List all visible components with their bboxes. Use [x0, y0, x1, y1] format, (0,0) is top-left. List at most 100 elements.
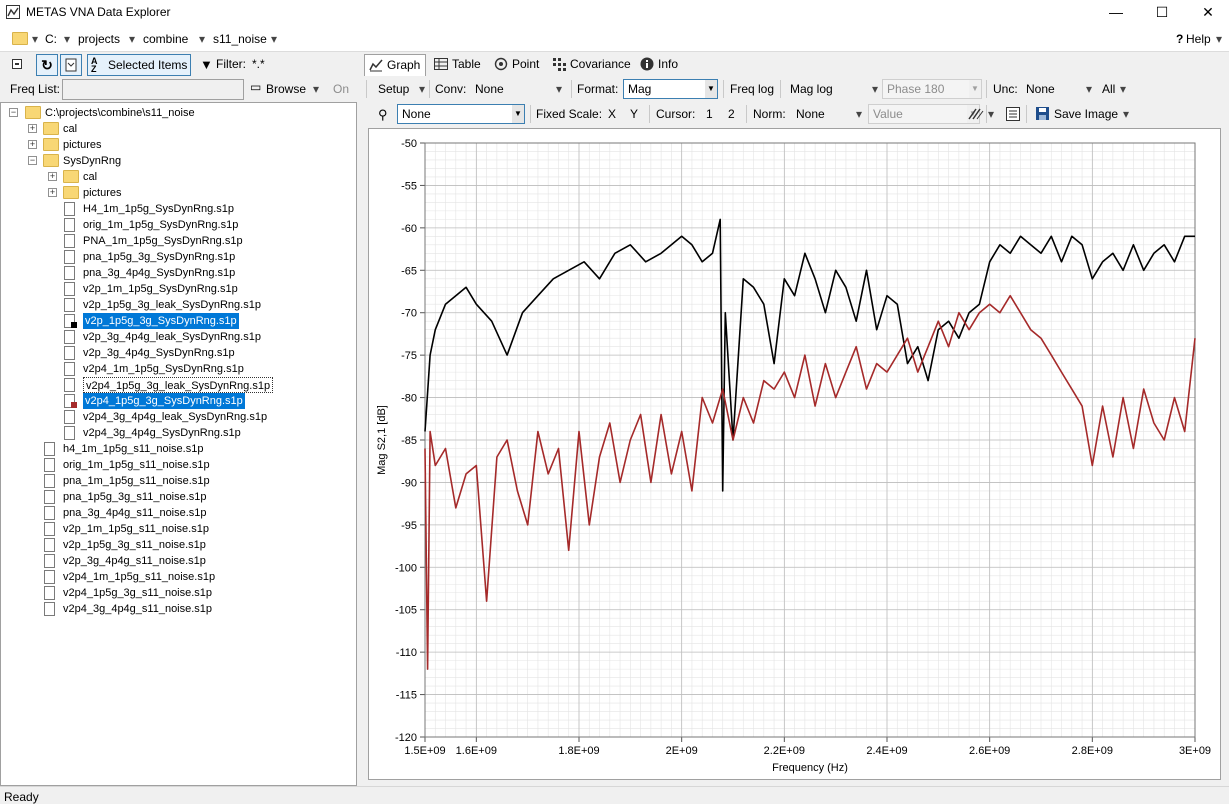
browse-button[interactable]: Browse [266, 82, 306, 96]
chevron-down-icon[interactable]: ▾ [129, 32, 135, 46]
tree-file[interactable]: v2p4_1m_1p5g_SysDynRng.s1p [1, 361, 341, 377]
tree-file[interactable]: PNA_1m_1p5g_SysDynRng.s1p [1, 233, 341, 249]
cursor-1[interactable]: 1 [706, 107, 713, 121]
tab-point[interactable]: Point [490, 54, 542, 76]
save-image-button[interactable]: Save Image [1054, 107, 1118, 121]
tree-folder[interactable]: + pictures [1, 185, 341, 201]
tree-file[interactable]: v2p_1p5g_3g_leak_SysDynRng.s1p [1, 297, 341, 313]
filter-label: Filter: [216, 57, 246, 71]
selected-items-button[interactable]: AZ Selected Items [87, 54, 191, 76]
info-icon [640, 57, 654, 71]
tab-graph[interactable]: Graph [364, 54, 426, 76]
tab-covariance[interactable]: Covariance [548, 54, 631, 76]
tree-root[interactable]: − C:\projects\combine\s11_noise [1, 105, 331, 121]
chevron-down-icon[interactable]: ▾ [64, 32, 70, 46]
tree-folder[interactable]: + cal [1, 169, 341, 185]
chart[interactable]: -50 -55 -60 -65 -70 -75 -80 -85 -90 -95 -100 -105 -1… [369, 129, 1220, 779]
fixed-scale-x[interactable]: X [608, 107, 616, 121]
fixed-scale-y[interactable]: Y [630, 107, 638, 121]
expander-icon[interactable]: + [48, 188, 57, 197]
tree-file[interactable]: v2p4_3g_4p4g_s11_noise.s1p [1, 601, 341, 617]
chevron-down-icon[interactable]: ▾ [271, 32, 277, 46]
chevron-down-icon[interactable]: ▾ [199, 32, 205, 46]
tree-file[interactable]: pna_1m_1p5g_s11_noise.s1p [1, 473, 341, 489]
tree-folder[interactable]: − SysDynRng [1, 153, 341, 169]
chevron-down-icon[interactable]: ▾ [872, 82, 878, 96]
tree-file[interactable]: pna_1p5g_3g_s11_noise.s1p [1, 489, 341, 505]
collapse-all-icon[interactable] [12, 59, 22, 69]
mag-log-toggle[interactable]: Mag log [790, 82, 833, 96]
parameter-select[interactable]: None ▼ [397, 104, 525, 124]
tree-file[interactable]: orig_1m_1p5g_s11_noise.s1p [1, 457, 341, 473]
on-toggle[interactable]: On [333, 82, 349, 96]
tree-folder[interactable]: + pictures [1, 137, 341, 153]
tree-file[interactable]: v2p4_1p5g_3g_SysDynRng.s1p [1, 393, 341, 409]
tree-file[interactable]: v2p4_3g_4p4g_SysDynRng.s1p [1, 425, 341, 441]
tree-file[interactable]: v2p4_1m_1p5g_s11_noise.s1p [1, 569, 341, 585]
tree-file[interactable]: h4_1m_1p5g_s11_noise.s1p [1, 441, 341, 457]
minimize-button[interactable]: — [1093, 0, 1139, 26]
chevron-down-icon[interactable]: ▾ [556, 82, 562, 96]
line-style-icon[interactable] [968, 107, 984, 121]
tree-folder[interactable]: + cal [1, 121, 341, 137]
tree-file[interactable]: pna_1p5g_3g_SysDynRng.s1p [1, 249, 341, 265]
tree-file[interactable]: pna_3g_4p4g_s11_noise.s1p [1, 505, 341, 521]
format-select[interactable]: Mag ▼ [623, 79, 718, 99]
tree-file[interactable]: v2p4_1p5g_3g_leak_SysDynRng.s1p [1, 377, 341, 393]
chevron-down-icon[interactable]: ▾ [988, 107, 994, 121]
norm-select[interactable]: None [796, 107, 825, 121]
tree-file[interactable]: v2p_3g_4p4g_s11_noise.s1p [1, 553, 341, 569]
expander-icon[interactable]: + [48, 172, 57, 181]
breadcrumb-combine[interactable]: combine [143, 32, 188, 46]
conv-label: Conv: [435, 82, 467, 96]
tree-file[interactable]: v2p4_3g_4p4g_leak_SysDynRng.s1p [1, 409, 341, 425]
chevron-down-icon[interactable]: ▾ [313, 82, 319, 96]
expander-icon[interactable]: − [9, 108, 18, 117]
expander-icon[interactable]: − [28, 156, 37, 165]
filter-icon: ▼ [200, 57, 213, 72]
tree-file[interactable]: pna_3g_4p4g_SysDynRng.s1p [1, 265, 341, 281]
freq-list-input[interactable] [62, 79, 244, 100]
tree-file[interactable]: v2p_1p5g_3g_SysDynRng.s1p [1, 313, 341, 329]
refresh-button[interactable]: ↻ [36, 54, 58, 76]
unc-select[interactable]: None [1026, 82, 1055, 96]
chevron-down-icon[interactable]: ▾ [419, 82, 425, 96]
tree-file[interactable]: v2p_1m_1p5g_SysDynRng.s1p [1, 281, 341, 297]
tree-file[interactable]: v2p_3g_4p4g_SysDynRng.s1p [1, 345, 341, 361]
freq-log-toggle[interactable]: Freq log [730, 82, 774, 96]
chevron-down-icon[interactable]: ▼ [512, 105, 524, 123]
expander-icon[interactable]: + [28, 140, 37, 149]
chevron-down-icon[interactable]: ▾ [32, 32, 38, 46]
tree-file[interactable]: v2p_1p5g_3g_s11_noise.s1p [1, 537, 341, 553]
expander-icon[interactable]: + [28, 124, 37, 133]
tree-file[interactable]: H4_1m_1p5g_SysDynRng.s1p [1, 201, 341, 217]
breadcrumb-drive[interactable]: C: [45, 32, 57, 46]
chevron-down-icon[interactable]: ▾ [1120, 82, 1126, 96]
tab-info[interactable]: Info [636, 54, 682, 76]
maximize-button[interactable]: ☐ [1139, 0, 1185, 26]
tab-table[interactable]: Table [430, 54, 484, 76]
conv-select[interactable]: None [475, 82, 504, 96]
tree-node-label: pna_3g_4p4g_s11_noise.s1p [63, 507, 207, 519]
breadcrumb-s11-noise[interactable]: s11_noise [213, 32, 267, 46]
tree-node-label: H4_1m_1p5g_SysDynRng.s1p [83, 203, 235, 215]
chevron-down-icon[interactable]: ▾ [856, 107, 862, 121]
breadcrumb-projects[interactable]: projects [78, 32, 120, 46]
help-menu[interactable]: Help [1186, 32, 1211, 46]
chevron-down-icon[interactable]: ▼ [705, 80, 717, 98]
tree-file[interactable]: v2p_1m_1p5g_s11_noise.s1p [1, 521, 341, 537]
tree-node-label: v2p4_1p5g_3g_leak_SysDynRng.s1p [83, 377, 274, 393]
chevron-down-icon[interactable]: ▾ [1216, 32, 1222, 46]
close-button[interactable]: ✕ [1185, 0, 1229, 26]
tree-file[interactable]: v2p_3g_4p4g_leak_SysDynRng.s1p [1, 329, 341, 345]
tree-file[interactable]: v2p4_1p5g_3g_s11_noise.s1p [1, 585, 341, 601]
list-icon[interactable] [1006, 107, 1020, 121]
open-file-button[interactable] [60, 54, 82, 76]
cursor-2[interactable]: 2 [728, 107, 735, 121]
all-select[interactable]: All [1102, 82, 1115, 96]
chevron-down-icon[interactable]: ▾ [1086, 82, 1092, 96]
chevron-down-icon[interactable]: ▾ [1123, 107, 1129, 121]
setup-menu[interactable]: Setup [378, 82, 409, 96]
filter-input[interactable]: *.* [252, 57, 265, 71]
tree-file[interactable]: orig_1m_1p5g_SysDynRng.s1p [1, 217, 341, 233]
